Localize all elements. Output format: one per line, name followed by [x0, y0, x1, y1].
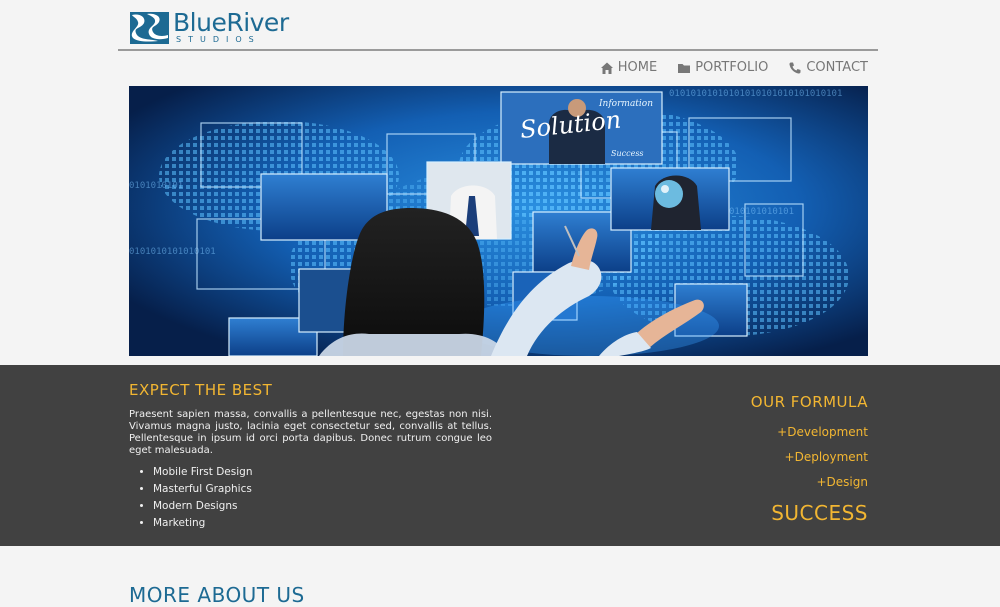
- svg-text:0101010101: 0101010101: [129, 181, 183, 191]
- formula-item-deployment: +Deployment: [784, 450, 868, 464]
- nav-home-label: HOME: [617, 60, 658, 75]
- phone-icon: [789, 62, 801, 74]
- feature-list: Mobile First Design Masterful Graphics M…: [136, 464, 252, 532]
- hero-image: 01010101010101010101010101010101 0101010…: [129, 86, 868, 356]
- nav-portfolio[interactable]: PORTFOLIO: [677, 60, 768, 75]
- hero-illustration: 01010101010101010101010101010101 0101010…: [129, 86, 868, 356]
- main-nav: HOME PORTFOLIO CONTACT: [600, 60, 868, 75]
- formula-result: SUCCESS: [771, 501, 868, 525]
- svg-text:Information: Information: [598, 99, 653, 109]
- formula-heading: OUR FORMULA: [750, 393, 868, 411]
- svg-text:010101010101: 010101010101: [729, 207, 794, 217]
- logo-mark-icon: [130, 12, 169, 44]
- logo[interactable]: BlueRiver STUDIOS: [129, 7, 299, 47]
- brand-name: BlueRiver: [173, 7, 289, 37]
- logo-text: BlueRiver STUDIOS: [173, 10, 289, 45]
- nav-contact[interactable]: CONTACT: [788, 60, 868, 75]
- svg-text:0101010101010101: 0101010101010101: [129, 247, 216, 257]
- nav-contact-label: CONTACT: [806, 60, 868, 75]
- list-item: Modern Designs: [153, 498, 252, 515]
- folder-icon: [678, 63, 691, 73]
- list-item: Marketing: [153, 515, 252, 532]
- formula-item-development: +Development: [777, 425, 868, 439]
- nav-home[interactable]: HOME: [600, 60, 657, 75]
- formula-item-design: +Design: [816, 475, 869, 489]
- expect-body-text: Praesent sapien massa, convallis a pelle…: [129, 409, 492, 456]
- expect-heading: EXPECT THE BEST: [129, 381, 273, 399]
- more-about-heading: MORE ABOUT US: [129, 583, 305, 607]
- list-item: Masterful Graphics: [153, 481, 252, 498]
- svg-text:010101010101010101010101010101: 01010101010101010101010101010101: [669, 89, 842, 99]
- list-item: Mobile First Design: [153, 464, 252, 481]
- nav-portfolio-label: PORTFOLIO: [695, 60, 769, 75]
- home-icon: [600, 62, 613, 74]
- site-header: BlueRiver STUDIOS HOME PORTFOLIO CONTACT: [0, 0, 1000, 86]
- formula-block: OUR FORMULA +Development +Deployment +De…: [751, 393, 868, 525]
- header-divider: [118, 49, 878, 51]
- svg-text:Success: Success: [611, 149, 644, 158]
